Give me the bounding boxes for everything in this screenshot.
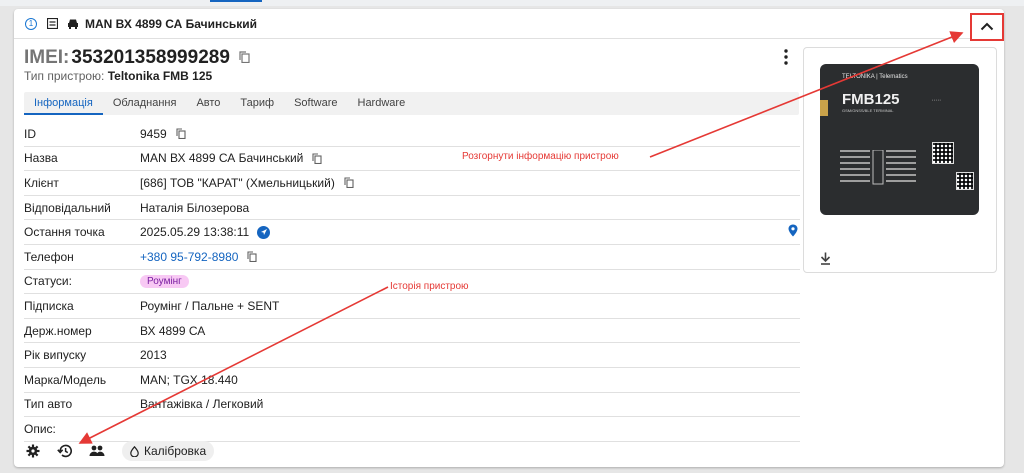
history-icon[interactable] [57,444,72,458]
row-label: ID [24,126,36,141]
row-label: Назва [24,151,58,166]
device-subtitle: GSM/GNSS/BLE TERMINAL [842,108,894,113]
device-image-panel: TELTONIKA | Telematics FMB125 GSM/GNSS/B… [803,47,997,273]
device-number-badge: 1 [25,17,37,30]
table-row: Держ.номер ВХ 4899 СА [24,319,800,344]
table-row: Остання точка 2025.05.29 13:38:11 [24,220,800,245]
collapse-button[interactable] [970,13,1004,41]
settings-icon[interactable] [26,444,40,458]
table-row: Назва MAN ВХ 4899 СА Бачинський [24,147,800,172]
device-type-value: Teltonika FMB 125 [107,69,213,83]
tab-tariff[interactable]: Тариф [230,92,284,115]
cartype-value: Вантажівка / Легковий [140,397,264,412]
row-label: Клієнт [24,175,59,190]
download-icon[interactable] [820,252,831,268]
imei-label: IMEI: [24,47,70,68]
annotation-history: Історія пристрою [390,281,469,292]
copy-imei-icon[interactable] [239,47,250,69]
row-label: Відповідальний [24,200,111,215]
tab-hardware[interactable]: Hardware [348,92,416,115]
device-card: 1 MAN ВХ 4899 СА Бачинський IMEI: 353201… [14,9,1004,467]
users-icon[interactable] [89,445,105,457]
bottom-toolbar: Калібровка [26,441,215,461]
copy-icon[interactable] [176,128,186,140]
device-list-icon [46,18,58,30]
imei-value: 353201358999289 [71,47,230,68]
status-badge: Роумінг [140,274,189,288]
row-label: Тип авто [24,397,73,412]
id-value: 9459 [140,126,167,141]
more-menu-icon[interactable] [784,49,788,68]
card-title: MAN ВХ 4899 СА Бачинський [85,16,258,31]
device-type: Тип пристрою: Teltonika FMB 125 [24,69,212,83]
device-type-label: Тип пристрою: [24,69,105,83]
tab-info[interactable]: Інформація [24,92,103,115]
row-label: Підписка [24,298,74,313]
year-value: 2013 [140,348,167,363]
table-row: Відповідальний Наталія Білозерова [24,196,800,221]
locate-icon[interactable] [257,225,271,239]
table-row: Телефон +380 95-792-8980 [24,245,800,270]
table-row: Підписка Роумінг / Пальне + SENT [24,294,800,319]
lastpoint-value: 2025.05.29 13:38:11 [140,225,250,240]
row-label: Телефон [24,249,74,264]
annotation-expand: Розгорнути інформацію пристрою [462,151,619,162]
plate-value: ВХ 4899 СА [140,323,206,338]
model-value: MAN; TGX 18.440 [140,372,238,387]
table-row: Клієнт [686] ТОВ "КАРАТ" (Хмельницький) [24,171,800,196]
map-pin-icon[interactable] [788,224,798,240]
row-label: Рік випуску [24,348,87,363]
table-row: Тип авто Вантажівка / Легковий [24,393,800,418]
qr-code [932,142,954,164]
top-strip [0,0,1024,6]
copy-icon[interactable] [312,153,322,164]
row-label: Опис: [24,421,56,436]
client-value: [686] ТОВ "КАРАТ" (Хмельницький) [140,175,335,190]
table-row: ID 9459 [24,122,800,147]
pinout-diagram [840,150,916,185]
device-photo: TELTONIKA | Telematics FMB125 GSM/GNSS/B… [820,64,979,215]
antenna-connector [820,100,828,116]
tab-software[interactable]: Software [284,92,347,115]
imei-heading: IMEI: 353201358999289 [24,47,250,69]
copy-icon[interactable] [344,177,354,189]
table-row: Рік випуску 2013 [24,343,800,368]
water-drop-icon [130,445,139,457]
active-tab-indicator [210,0,262,2]
responsible-value: Наталія Білозерова [140,200,250,215]
calibration-button[interactable]: Калібровка [122,441,215,461]
device-label-text: ▪ ▪ ▪ ▪ ▪ [932,98,941,102]
info-tabs: Інформація Обладнання Авто Тариф Softwar… [24,92,799,115]
table-row: Опис: [24,417,800,442]
row-label: Держ.номер [24,323,92,338]
subscription-value: Роумінг / Пальне + SENT [140,298,280,313]
car-icon [67,18,79,30]
copy-icon[interactable] [247,251,257,263]
chevron-up-icon [980,20,994,34]
qr-code [956,172,974,190]
phone-link[interactable]: +380 95-792-8980 [140,250,238,264]
tab-equipment[interactable]: Обладнання [103,92,187,115]
tab-auto[interactable]: Авто [186,92,230,115]
row-label: Статуси: [24,274,72,289]
device-model: FMB125 [842,91,900,108]
name-value: MAN ВХ 4899 СА Бачинський [140,151,304,166]
row-label: Остання точка [24,225,105,240]
calibration-label: Калібровка [144,444,207,458]
row-label: Марка/Модель [24,372,107,387]
device-brand: TELTONIKA | Telematics [842,74,908,80]
table-row: Марка/Модель MAN; TGX 18.440 [24,368,800,393]
card-header[interactable]: 1 MAN ВХ 4899 СА Бачинський [14,9,1004,41]
